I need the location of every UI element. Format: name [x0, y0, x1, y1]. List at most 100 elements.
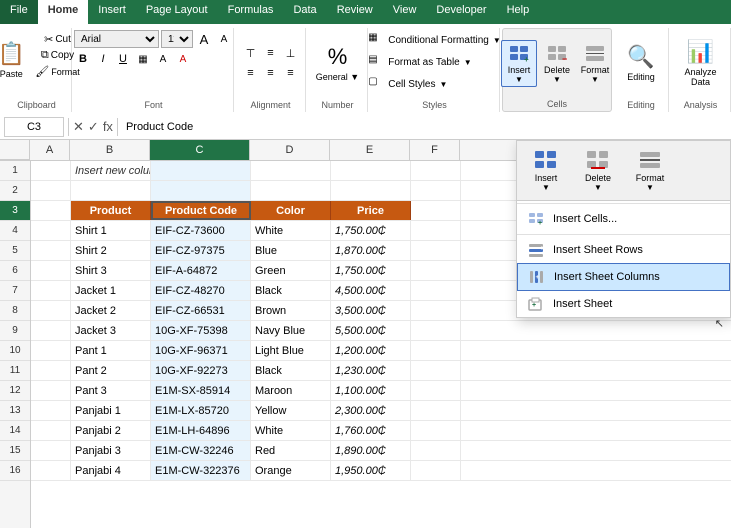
cell-d3[interactable]: Color — [251, 201, 331, 220]
row-header-4[interactable]: 4 — [0, 221, 30, 241]
insert-sheet-rows-menu-item[interactable]: + Insert Sheet Rows — [517, 237, 730, 263]
format-cells-button[interactable]: Format ▼ — [577, 41, 613, 86]
col-header-a[interactable]: A — [30, 140, 70, 160]
cell-b1[interactable]: Insert new columns for Non-contiguous ce… — [71, 161, 151, 180]
underline-button[interactable]: U — [114, 50, 132, 68]
insert-function-icon[interactable]: fx — [103, 119, 113, 134]
cell-f3[interactable] — [411, 201, 461, 220]
cell-d1[interactable] — [251, 161, 331, 180]
font-name-select[interactable]: Arial — [74, 30, 159, 48]
bold-button[interactable]: B — [74, 50, 92, 68]
table-row: Pant 1 10G-XF-96371 Light Blue 1,200.00₵ — [31, 341, 731, 361]
row-header-15[interactable]: 15 — [0, 441, 30, 461]
decrease-font-button[interactable]: A — [215, 30, 233, 48]
cell-styles-button[interactable]: ▢ Cell Styles ▼ — [364, 74, 451, 94]
format-as-table-button[interactable]: ▤ Format as Table ▼ — [364, 52, 475, 72]
paste-button[interactable]: 📋 Paste — [0, 30, 31, 90]
cancel-formula-icon[interactable]: ✕ — [73, 119, 84, 135]
align-left-button[interactable]: ≡ — [242, 64, 260, 82]
tab-home[interactable]: Home — [38, 0, 89, 24]
cell-c2[interactable] — [151, 181, 251, 200]
row-header-1[interactable]: 1 — [0, 161, 30, 181]
cell-e1[interactable] — [331, 161, 411, 180]
cell-c3[interactable]: Product Code — [151, 201, 251, 220]
row-header-9[interactable]: 9 — [0, 321, 30, 341]
tab-review[interactable]: Review — [327, 0, 383, 24]
ribbon-group-analyze: 📊 Analyze Data Analysis — [671, 28, 731, 112]
align-center-button[interactable]: ≡ — [262, 64, 280, 82]
cell-b3[interactable]: Product — [71, 201, 151, 220]
svg-text:+: + — [538, 220, 542, 226]
row-header-3[interactable]: 3 — [0, 201, 30, 221]
col-header-d[interactable]: D — [250, 140, 330, 160]
tab-developer[interactable]: Developer — [426, 0, 496, 24]
cell-reference[interactable] — [4, 117, 64, 137]
cell-e2[interactable] — [331, 181, 411, 200]
tab-page-layout[interactable]: Page Layout — [136, 0, 218, 24]
italic-button[interactable]: I — [94, 50, 112, 68]
font-selector-row: Arial 11 A A — [74, 30, 233, 48]
cell-f2[interactable] — [411, 181, 461, 200]
cell-c1[interactable] — [151, 161, 251, 180]
tab-insert[interactable]: Insert — [88, 0, 136, 24]
row-header-11[interactable]: 11 — [0, 361, 30, 381]
cell-a1[interactable] — [31, 161, 71, 180]
font-color-button[interactable]: A — [174, 50, 192, 68]
insert-cells-menu-item[interactable]: + Insert Cells... — [517, 206, 730, 232]
fill-color-button[interactable]: A — [154, 50, 172, 68]
align-right-button[interactable]: ≡ — [282, 64, 300, 82]
number-icon: % — [328, 44, 348, 70]
svg-text:+: + — [540, 246, 544, 252]
tab-help[interactable]: Help — [497, 0, 540, 24]
row-header-10[interactable]: 10 — [0, 341, 30, 361]
tab-data[interactable]: Data — [283, 0, 326, 24]
insert-sheet-columns-menu-item[interactable]: + Insert Sheet Columns — [517, 263, 730, 291]
row-header-2[interactable]: 2 — [0, 181, 30, 201]
tab-formulas[interactable]: Formulas — [218, 0, 284, 24]
cell-d2[interactable] — [251, 181, 331, 200]
confirm-formula-icon[interactable]: ✓ — [88, 119, 99, 135]
cell-b2[interactable] — [71, 181, 151, 200]
tab-file[interactable]: File — [0, 0, 38, 24]
cell-a2[interactable] — [31, 181, 71, 200]
dropdown-format-button[interactable]: Format ▼ — [625, 145, 675, 196]
row-header-16[interactable]: 16 — [0, 461, 30, 481]
align-bottom-button[interactable]: ⊥ — [282, 44, 300, 62]
delete-cells-button[interactable]: − Delete ▼ — [539, 41, 575, 86]
dropdown-delete-button[interactable]: Delete ▼ — [573, 145, 623, 196]
svg-text:−: − — [562, 54, 567, 64]
formula-input[interactable] — [122, 117, 727, 137]
font-size-select[interactable]: 11 — [161, 30, 193, 48]
align-middle-button[interactable]: ≡ — [262, 44, 280, 62]
cell-e3[interactable]: Price — [331, 201, 411, 220]
cell-f1[interactable] — [411, 161, 461, 180]
col-header-c[interactable]: C — [150, 140, 250, 160]
conditional-formatting-button[interactable]: ▦ Conditional Formatting ▼ — [364, 30, 505, 50]
row-header-5[interactable]: 5 — [0, 241, 30, 261]
row-header-12[interactable]: 12 — [0, 381, 30, 401]
tab-view[interactable]: View — [383, 0, 427, 24]
align-top-button[interactable]: ⊤ — [242, 44, 260, 62]
analyze-data-button[interactable]: 📊 Analyze Data — [681, 33, 721, 93]
col-header-b[interactable]: B — [70, 140, 150, 160]
row-header-8[interactable]: 8 — [0, 301, 30, 321]
col-header-e[interactable]: E — [330, 140, 410, 160]
table-row: Jacket 3 10G-XF-75398 Navy Blue 5,500.00… — [31, 321, 731, 341]
row-header-6[interactable]: 6 — [0, 261, 30, 281]
table-row: Panjabi 4 E1M-CW-322376 Orange 1,950.00₵ — [31, 461, 731, 481]
editing-button[interactable]: 🔍 Editing — [621, 33, 661, 93]
insert-cells-button[interactable]: + Insert ▼ — [501, 40, 537, 87]
increase-font-button[interactable]: A — [195, 30, 213, 48]
border-button[interactable]: ▦ — [134, 50, 152, 68]
row-header-7[interactable]: 7 — [0, 281, 30, 301]
spreadsheet: A B C D E F 1 2 3 4 5 6 7 8 9 10 11 12 1… — [0, 140, 731, 528]
dropdown-insert-button[interactable]: Insert ▼ — [521, 145, 571, 196]
insert-sheet-menu-icon: + — [527, 297, 545, 311]
ribbon-group-styles: ▦ Conditional Formatting ▼ ▤ Format as T… — [370, 28, 500, 112]
insert-sheet-menu-item[interactable]: + Insert Sheet — [517, 291, 730, 317]
cell-a3[interactable] — [31, 201, 71, 220]
row-header-14[interactable]: 14 — [0, 421, 30, 441]
col-header-f[interactable]: F — [410, 140, 460, 160]
chevron-down-icon-2: ▼ — [464, 58, 472, 67]
row-header-13[interactable]: 13 — [0, 401, 30, 421]
